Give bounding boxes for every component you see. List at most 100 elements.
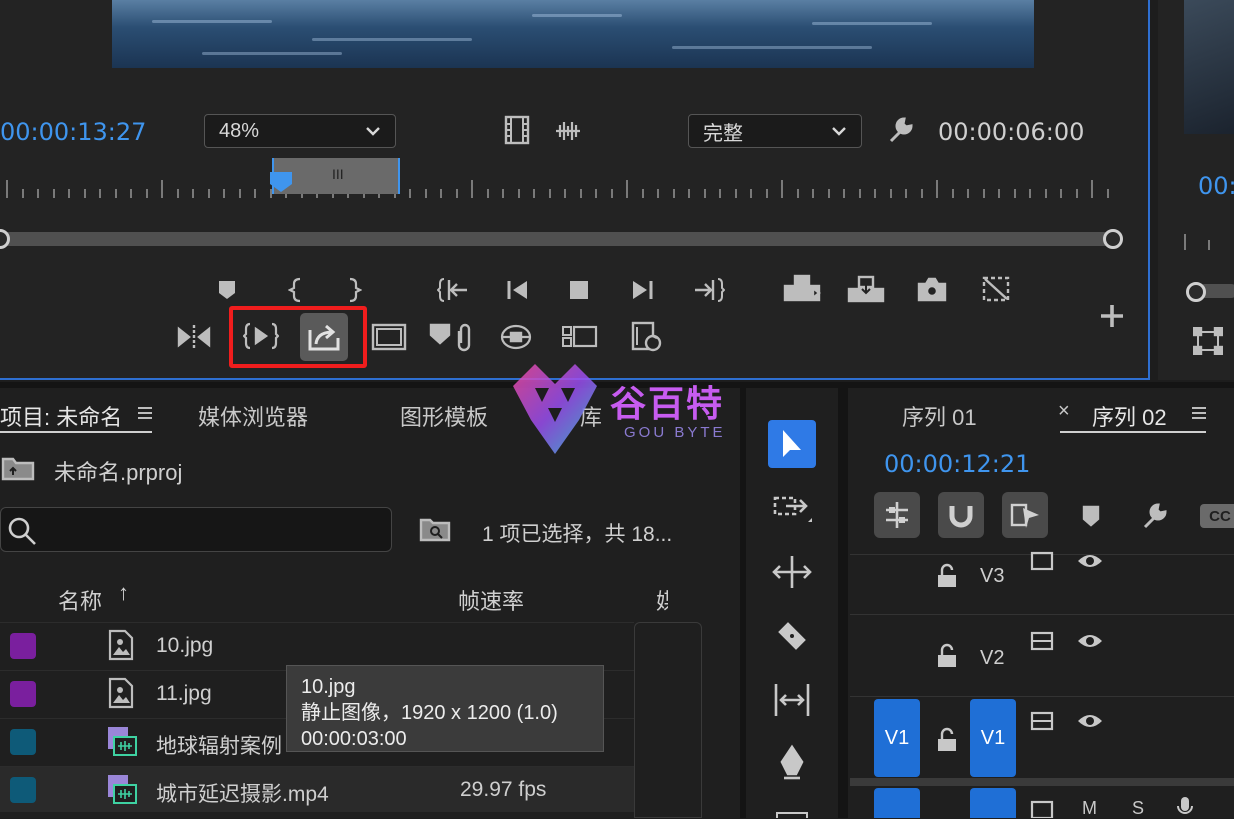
snap-button[interactable] (938, 492, 984, 538)
mute-track-button[interactable]: M (1082, 798, 1097, 819)
label-color-swatch[interactable] (10, 777, 36, 803)
column-header-fps[interactable]: 帧速率 (458, 584, 524, 616)
source-scroll-handle[interactable] (1186, 282, 1206, 302)
sort-ascending-icon[interactable]: ↑ (118, 580, 129, 606)
timeline-menu-icon[interactable] (1190, 404, 1208, 422)
sync-lock-icon[interactable] (1030, 631, 1054, 651)
track-target-a1[interactable] (970, 788, 1016, 818)
list-item[interactable]: 10.jpg (0, 622, 634, 668)
ruler-tick (796, 189, 799, 198)
selection-tool[interactable] (768, 420, 816, 468)
sync-lock-icon[interactable] (1030, 711, 1054, 731)
program-video-frame[interactable] (112, 0, 1034, 68)
ruler-tick (641, 189, 644, 198)
vr-video-icon[interactable] (498, 322, 534, 352)
eye-icon[interactable] (1076, 551, 1104, 571)
microphone-icon[interactable] (1176, 796, 1194, 818)
film-settings-icon[interactable] (502, 114, 532, 146)
safe-margins-icon[interactable] (370, 322, 408, 352)
source-video-frame[interactable] (1184, 0, 1234, 134)
track-select-tool[interactable] (768, 484, 816, 532)
ruler-tick (21, 189, 24, 198)
slip-tool[interactable] (768, 676, 816, 724)
video-audio-divider[interactable] (850, 778, 1234, 786)
label-color-swatch[interactable] (10, 681, 36, 707)
sync-lock-icon[interactable] (1030, 551, 1054, 571)
timeline-marker-icon[interactable] (1080, 504, 1102, 528)
add-button-icon[interactable] (1098, 302, 1126, 330)
label-color-swatch[interactable] (10, 633, 36, 659)
panel-menu-icon[interactable] (136, 404, 154, 422)
marker-link-icon[interactable] (428, 320, 474, 354)
sync-lock-icon[interactable] (1030, 800, 1054, 818)
column-header-media[interactable]: 媒 (656, 584, 668, 616)
timeline-settings-icon[interactable] (1138, 500, 1170, 532)
step-forward-icon[interactable] (630, 278, 656, 302)
folder-up-icon[interactable] (0, 454, 36, 482)
mark-in-icon[interactable] (286, 276, 306, 304)
close-tab-icon[interactable]: × (1058, 400, 1070, 423)
compare-view-icon[interactable] (980, 274, 1012, 304)
multicam-icon[interactable] (560, 324, 600, 350)
stop-icon[interactable] (568, 279, 590, 301)
add-marker-icon[interactable] (216, 278, 238, 302)
ruler-tick (703, 189, 706, 198)
tab-graphics-templates[interactable]: 图形模板 (400, 400, 488, 432)
program-current-timecode[interactable]: 00:00:13:27 (0, 118, 146, 146)
time-ruler[interactable] (0, 178, 1125, 198)
captions-icon[interactable]: CC (1200, 504, 1234, 528)
overwrite-icon[interactable] (846, 274, 886, 304)
transform-handles-icon[interactable] (1192, 326, 1224, 356)
column-header-name[interactable]: 名称 (58, 584, 102, 616)
ruler-tick (905, 189, 907, 198)
mark-out-icon[interactable] (344, 276, 364, 304)
eye-icon[interactable] (1076, 711, 1104, 731)
go-to-in-icon[interactable] (436, 276, 470, 304)
razor-tool[interactable] (768, 612, 816, 660)
panel-divider[interactable] (740, 388, 746, 818)
insert-nest-button[interactable] (874, 492, 920, 538)
playback-quality-dropdown[interactable]: 完整 (688, 114, 862, 148)
ruler-tick (1060, 189, 1062, 198)
pen-tool[interactable] (768, 740, 816, 788)
go-to-out-icon[interactable] (692, 276, 726, 304)
insert-icon[interactable] (782, 274, 822, 304)
find-in-bin-icon[interactable] (418, 514, 452, 544)
project-search-input[interactable] (0, 507, 392, 552)
unlock-icon[interactable] (936, 727, 958, 753)
rectangle-tool-icon[interactable] (776, 812, 808, 818)
linked-selection-button[interactable] (1002, 492, 1048, 538)
ruler-tick (455, 189, 458, 198)
unlock-icon[interactable] (936, 563, 958, 589)
chevron-down-icon (832, 127, 846, 136)
lift-icon[interactable] (176, 322, 212, 352)
ruler-tick (145, 189, 148, 198)
track-target-v1[interactable]: V1 (970, 699, 1016, 777)
source-patch-a1[interactable] (874, 788, 920, 818)
timeline-timecode[interactable]: 00:00:12:21 (884, 450, 1030, 478)
ripple-edit-tool[interactable] (768, 548, 816, 596)
list-item[interactable]: 城市延迟摄影.mp4 29.97 fps (0, 766, 634, 812)
unlock-icon[interactable] (936, 643, 958, 669)
audio-waveform-icon[interactable] (552, 118, 584, 144)
scrollbar-track[interactable] (634, 622, 702, 818)
wrench-icon[interactable] (884, 114, 916, 146)
label-color-swatch[interactable] (10, 729, 36, 755)
camera-icon[interactable] (916, 274, 948, 304)
tab-project[interactable]: 项目: 未命名 (0, 400, 122, 432)
panel-divider[interactable] (838, 388, 848, 818)
source-patch-v1[interactable]: V1 (874, 699, 920, 777)
tab-sequence-01[interactable]: 序列 01 (902, 400, 977, 432)
tab-sequence-02[interactable]: 序列 02 (1092, 400, 1167, 432)
program-scroll-track[interactable] (0, 232, 1115, 246)
eye-icon[interactable] (1076, 631, 1104, 651)
ruler-tick (579, 189, 582, 198)
loop-playback-icon[interactable] (630, 320, 664, 354)
step-back-icon[interactable] (504, 278, 530, 302)
solo-track-button[interactable]: S (1132, 798, 1144, 819)
source-timecode[interactable]: 00: (1198, 172, 1234, 200)
zoom-dropdown[interactable]: 48% (204, 114, 396, 148)
tab-media-browser[interactable]: 媒体浏览器 (198, 400, 308, 432)
track-v2[interactable]: V2 (850, 614, 1234, 694)
scroll-end-handle[interactable] (1103, 229, 1123, 249)
